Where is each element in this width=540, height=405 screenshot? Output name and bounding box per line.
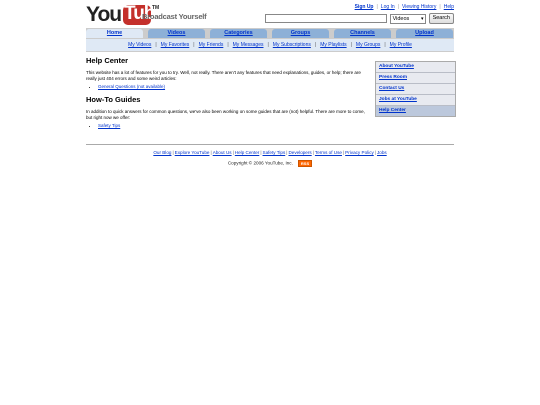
nav-tabs: Home Videos Categories Groups Channels U…	[86, 28, 454, 38]
help-link[interactable]: Help	[444, 4, 454, 10]
subnav-my-playlists[interactable]: My Playlists	[320, 42, 346, 48]
guides-heading: How-To Guides	[86, 95, 141, 104]
tab-label: Videos	[167, 30, 186, 36]
subnav-my-videos[interactable]: My Videos	[128, 42, 151, 48]
list-item: Safety Tips	[98, 123, 370, 128]
copyright: Copyright © 2006 YouTube, Inc. RSS	[86, 160, 454, 167]
sidebar-item-press-room[interactable]: Press Room	[376, 73, 455, 84]
footer-link-safety-tips[interactable]: Safety Tips	[263, 150, 286, 155]
tab-channels[interactable]: Channels	[334, 29, 391, 38]
safety-tips-link[interactable]: Safety Tips	[98, 123, 120, 128]
chevron-down-icon: ▾	[421, 15, 424, 22]
rss-icon[interactable]: RSS	[297, 160, 313, 167]
footer-link-help-center[interactable]: Help Center	[235, 150, 260, 155]
main-content: Help Center This website has a lot of fe…	[86, 56, 370, 128]
general-questions-link[interactable]: General Questions (not available)	[98, 84, 165, 89]
top-links: Sign Up | Log In | Viewing History | Help	[355, 4, 454, 10]
sidebar-item-contact-us[interactable]: Contact Us	[376, 84, 455, 95]
separator: |	[267, 42, 269, 48]
sidebar-item-label: About YouTube	[379, 64, 414, 69]
tab-label: Groups	[290, 30, 311, 36]
footer-link-about-us[interactable]: About Us	[213, 150, 232, 155]
footer-links: Our Blog|Explore YouTube|About Us|Help C…	[86, 150, 454, 155]
subnav-my-messages[interactable]: My Messages	[233, 42, 264, 48]
logo-trademark: TM	[152, 5, 160, 11]
footer-link-jobs[interactable]: Jobs	[377, 150, 387, 155]
footer-divider	[86, 144, 454, 145]
log-in-link[interactable]: Log In	[381, 4, 395, 10]
guides-text: In addition to quick answers for common …	[86, 109, 365, 120]
separator: |	[397, 4, 400, 10]
footer-link-explore-youtube[interactable]: Explore YouTube	[175, 150, 210, 155]
tab-label: Channels	[350, 30, 375, 36]
search-input[interactable]	[264, 14, 387, 23]
separator: |	[376, 4, 378, 10]
sidebar-item-help-center[interactable]: Help Center	[376, 106, 455, 116]
sidebar-item-label: Help Center	[379, 108, 406, 113]
separator: |	[314, 42, 317, 48]
footer-link-developers[interactable]: Developers	[288, 150, 311, 155]
viewing-history-link[interactable]: Viewing History	[402, 4, 436, 10]
tab-categories[interactable]: Categories	[210, 29, 267, 38]
sidebar-item-label: Press Room	[379, 75, 407, 80]
footer-link-terms-of-use[interactable]: Terms of Use	[315, 150, 342, 155]
separator: |	[260, 150, 262, 155]
subnav-my-friends[interactable]: My Friends	[199, 42, 224, 48]
tab-upload[interactable]: Upload	[396, 29, 453, 38]
sidebar-item-jobs[interactable]: Jobs at YouTube	[376, 95, 455, 106]
separator: |	[350, 42, 352, 48]
separator: |	[384, 42, 386, 48]
page-title: Help Center	[86, 56, 129, 65]
separator: |	[312, 150, 314, 155]
logo-you-text: You	[86, 3, 122, 26]
separator: |	[155, 42, 157, 48]
separator: |	[210, 150, 212, 155]
separator: |	[193, 42, 195, 48]
sidebar-item-label: Contact Us	[379, 86, 405, 91]
subnav-my-groups[interactable]: My Groups	[356, 42, 380, 48]
search-category-select[interactable]: Videos ▾	[389, 13, 426, 24]
footer-link-our-blog[interactable]: Our Blog	[153, 150, 171, 155]
tab-label: Upload	[415, 30, 434, 36]
tab-label: Categories	[224, 30, 253, 36]
intro-link-list: General Questions (not available)	[86, 84, 370, 89]
tab-groups[interactable]: Groups	[272, 29, 329, 38]
list-item: General Questions (not available)	[98, 84, 370, 89]
subnav-my-favorites[interactable]: My Favorites	[161, 42, 190, 48]
subnav-my-profile[interactable]: My Profile	[390, 42, 412, 48]
tagline: Broadcast Yourself	[142, 12, 207, 21]
footer-link-privacy-policy[interactable]: Privacy Policy	[345, 150, 374, 155]
copyright-text: Copyright © 2006 YouTube, Inc.	[227, 160, 293, 166]
subnav-my-subscriptions[interactable]: My Subscriptions	[273, 42, 311, 48]
search-bar: Videos ▾ Search	[264, 13, 454, 24]
separator: |	[439, 4, 441, 10]
search-button[interactable]: Search	[428, 13, 454, 24]
tab-home[interactable]: Home	[86, 29, 143, 38]
separator: |	[227, 42, 229, 48]
main-nav: Home Videos Categories Groups Channels U…	[86, 28, 454, 52]
search-category-value: Videos	[392, 15, 410, 22]
sidebar-item-about-youtube[interactable]: About YouTube	[376, 62, 455, 73]
guides-link-list: Safety Tips	[86, 123, 370, 128]
separator: |	[172, 150, 174, 155]
sidebar: About YouTube Press Room Contact Us Jobs…	[375, 61, 456, 117]
sidebar-item-label: Jobs at YouTube	[379, 97, 417, 102]
tab-label: Home	[106, 30, 123, 36]
separator: |	[342, 150, 345, 155]
separator: |	[232, 150, 234, 155]
tab-videos[interactable]: Videos	[148, 29, 205, 38]
intro-text: This website has a lot of features for y…	[86, 70, 361, 81]
sign-up-link[interactable]: Sign Up	[355, 4, 374, 10]
sub-nav: My Videos | My Favorites | My Friends | My Mes…	[86, 39, 454, 51]
separator: |	[374, 150, 376, 155]
